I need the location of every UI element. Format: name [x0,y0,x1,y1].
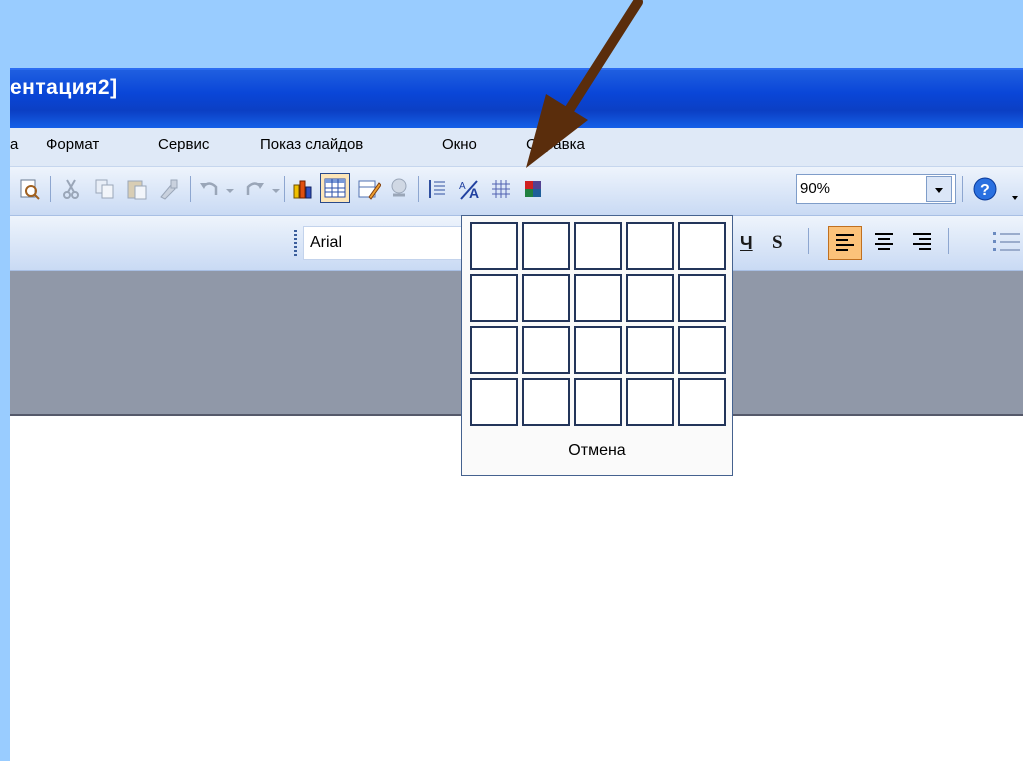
show-formatting-icon[interactable]: AA [456,176,482,202]
redo-dropdown-icon[interactable] [268,176,284,202]
toolbar-separator [50,176,51,202]
align-right-icon [913,233,931,250]
expand-icon[interactable] [424,176,450,202]
align-center-button[interactable] [868,226,902,260]
toolbar-separator [808,228,809,254]
align-right-button[interactable] [906,226,940,260]
font-name-value: Arial [310,234,343,251]
undo-dropdown-icon[interactable] [222,176,238,202]
print-preview-icon[interactable] [16,176,42,202]
format-painter-icon[interactable] [156,176,182,202]
svg-text:?: ? [980,182,990,199]
table-grid-cell[interactable] [574,222,622,270]
align-left-button[interactable] [828,226,862,260]
paste-icon[interactable] [124,176,150,202]
copy-icon[interactable] [92,176,118,202]
cancel-label[interactable]: Отмена [462,442,732,460]
svg-text:A: A [459,181,466,192]
toolbar-separator [418,176,419,202]
table-grid-cell[interactable] [522,326,570,374]
table-grid-cell[interactable] [626,326,674,374]
color-icon[interactable] [520,176,546,202]
help-icon[interactable]: ? [972,176,998,202]
align-center-icon [875,233,893,250]
table-grid-cell[interactable] [678,326,726,374]
table-grid-cell[interactable] [574,378,622,426]
underline-button[interactable]: Ч [740,233,753,254]
menu-item-format[interactable]: Формат [46,136,99,153]
table-grid-cell[interactable] [470,326,518,374]
table-grid-cell[interactable] [522,274,570,322]
cut-icon[interactable] [58,176,84,202]
table-grid-cell[interactable] [678,222,726,270]
zoom-value: 90% [800,180,831,197]
toolbar-separator [962,176,963,202]
menu-item-partial[interactable]: а [10,136,18,153]
table-grid-cell[interactable] [522,378,570,426]
window-title: ентация2] [10,76,118,99]
chart-icon[interactable] [290,176,316,202]
table-grid-cell[interactable] [470,274,518,322]
toolbar-separator [190,176,191,202]
title-bar [10,68,1023,128]
chevron-down-icon [935,188,943,193]
toolbar-grip[interactable] [294,230,297,256]
svg-text:A: A [469,185,479,201]
table-grid-cell[interactable] [470,222,518,270]
redo-icon[interactable] [242,176,268,202]
menu-item-service[interactable]: Сервис [158,136,209,153]
tables-borders-icon[interactable] [356,176,382,202]
table-grid-cell[interactable] [626,222,674,270]
toolbar-separator [948,228,949,254]
table-grid-cell[interactable] [626,378,674,426]
table-grid-cell[interactable] [678,274,726,322]
menu-item-window[interactable]: Окно [442,136,477,153]
toolbar-options-icon[interactable] [1008,176,1022,202]
numbering-button[interactable] [990,226,1022,260]
table-grid-cell[interactable] [626,274,674,322]
menu-item-slideshow[interactable]: Показ слайдов [260,136,363,153]
pointer-arrow [526,0,643,168]
table-grid-cell[interactable] [470,378,518,426]
table-grid-cell[interactable] [522,222,570,270]
align-left-icon [836,234,854,251]
hyperlink-icon[interactable] [386,176,412,202]
numbering-icon [993,232,1020,251]
undo-icon[interactable] [196,176,222,202]
insert-table-button[interactable] [320,173,350,203]
toolbar-separator [284,176,285,202]
table-grid-cell[interactable] [678,378,726,426]
shadow-button[interactable]: S [772,232,783,254]
table-grid-cell[interactable] [574,274,622,322]
table-grid-cell[interactable] [574,326,622,374]
grid-icon[interactable] [488,176,514,202]
zoom-dropdown-button[interactable] [926,176,952,202]
